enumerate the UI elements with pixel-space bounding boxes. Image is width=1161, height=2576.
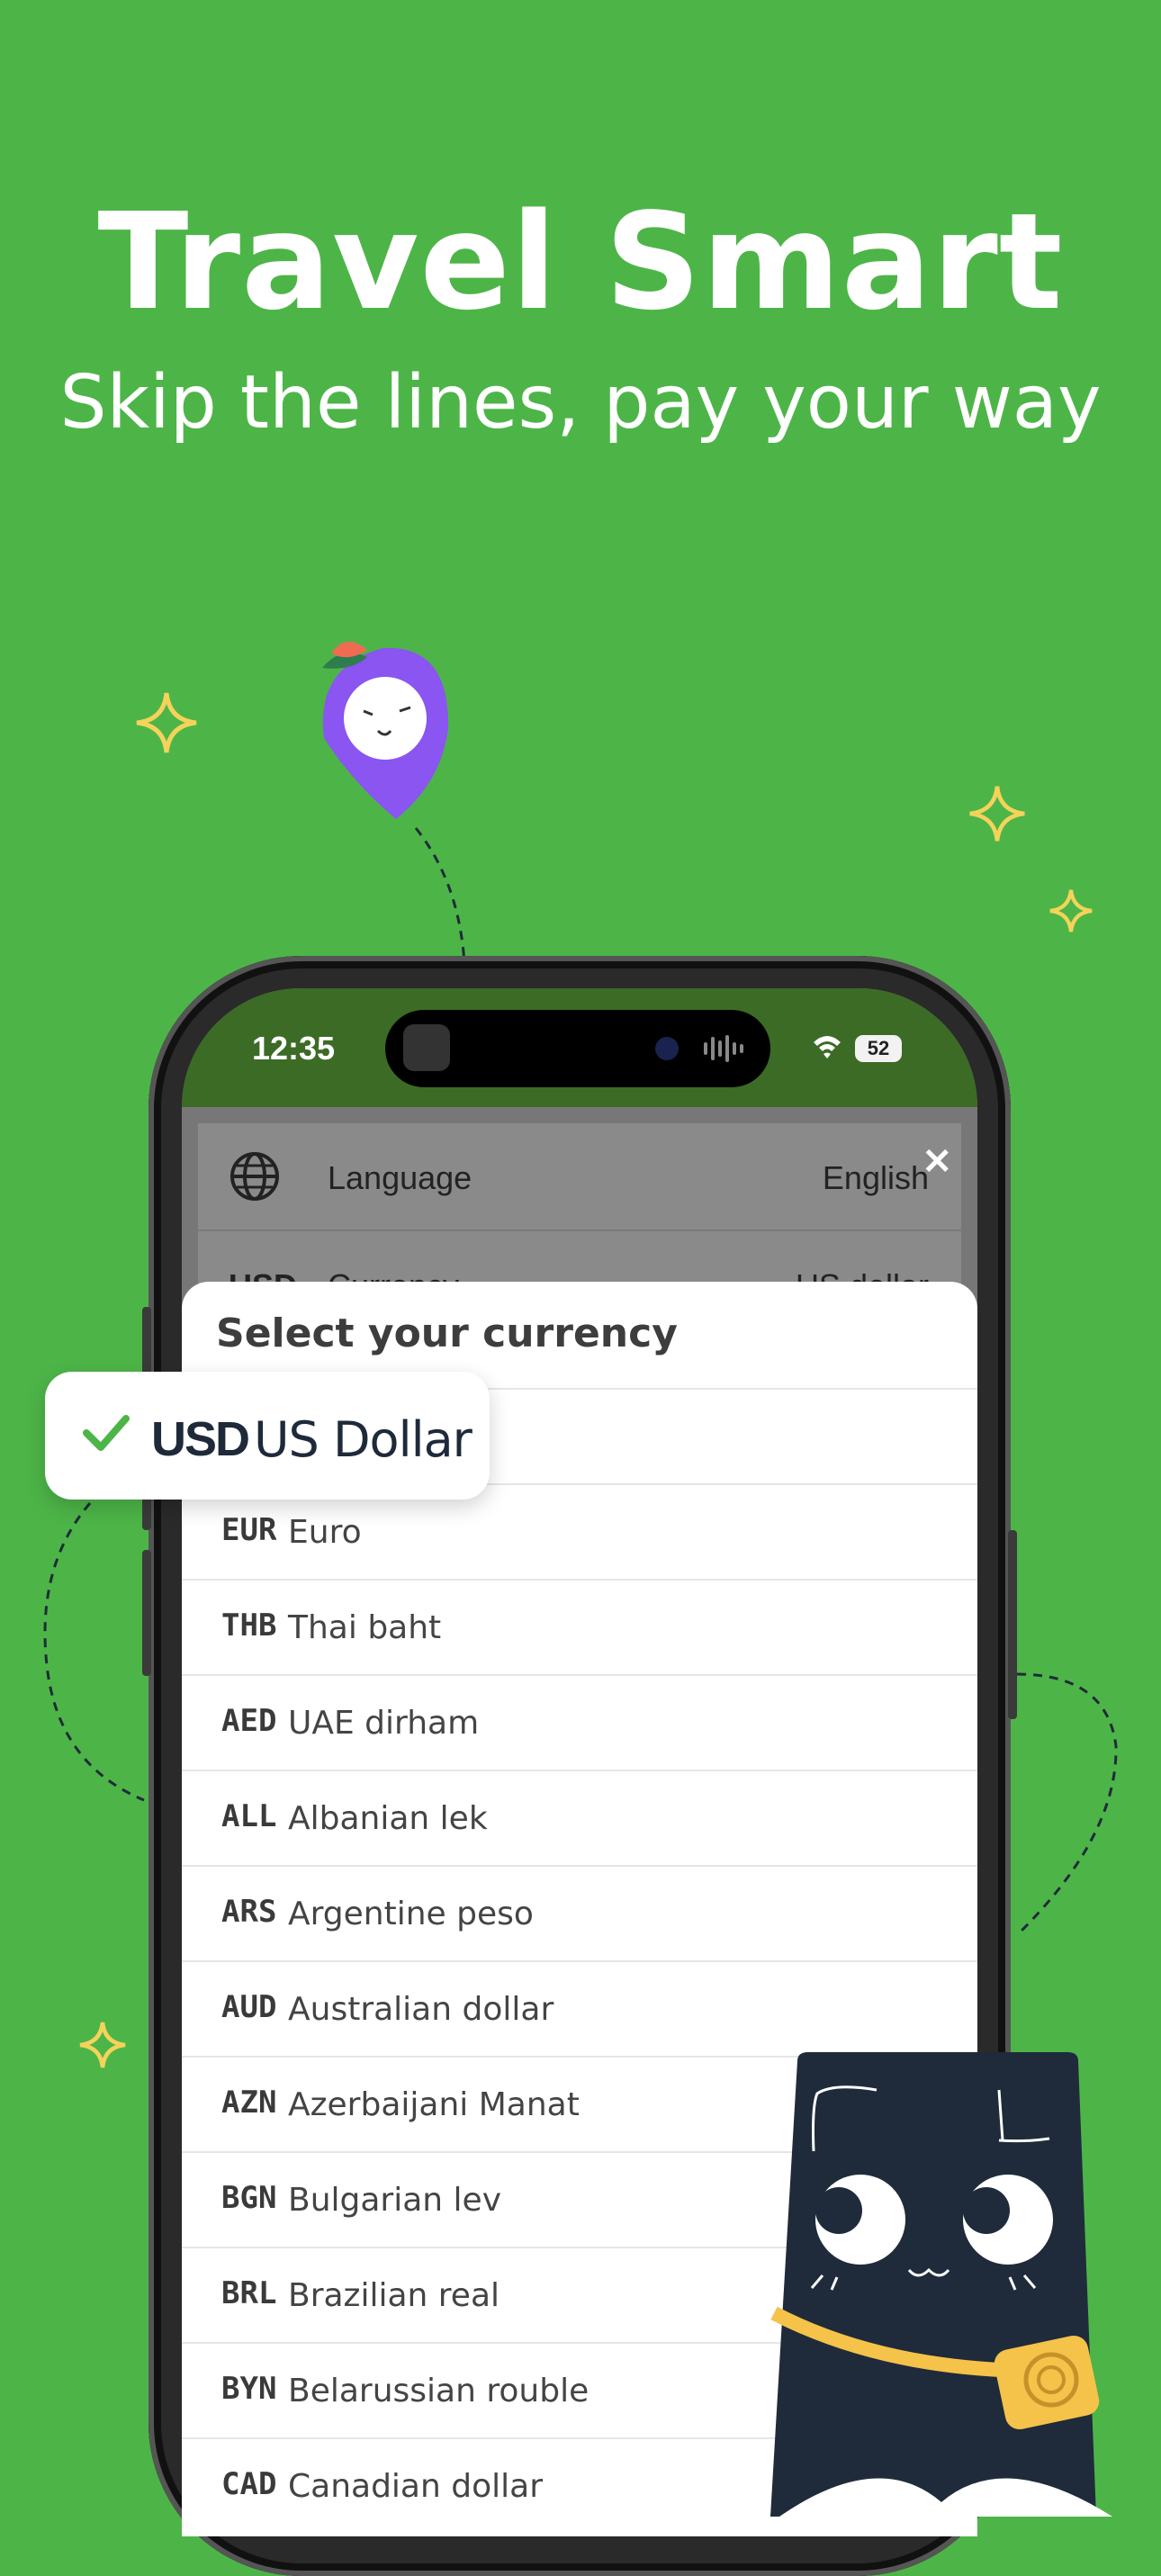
sparkle-icon [1049, 889, 1093, 932]
sparkle-icon [136, 692, 197, 753]
currency-option-code: AZN [221, 2085, 277, 2121]
currency-option[interactable]: ARS Argentine peso [182, 1865, 977, 1962]
sparkle-icon [79, 2022, 126, 2068]
language-row[interactable]: Language English [198, 1123, 961, 1229]
currency-option-name: Belarussian rouble [288, 2373, 590, 2409]
status-time: 12:35 [252, 1030, 336, 1067]
currency-option[interactable]: AED UAE dirham [182, 1674, 977, 1771]
status-bar: 12:35 52 [182, 988, 977, 1107]
wifi-icon [814, 1036, 841, 1058]
currency-option-code: BYN [221, 2371, 277, 2407]
currency-option-name: UAE dirham [288, 1705, 480, 1742]
currency-option-name: Euro [288, 1514, 362, 1551]
currency-option-code: THB [221, 1608, 277, 1644]
language-value: English [822, 1159, 929, 1196]
close-button[interactable]: ✕ [922, 1141, 952, 1183]
currency-option-code: AUD [221, 1989, 277, 2025]
sparkle-icon [969, 786, 1025, 842]
currency-option-code: EUR [221, 1512, 277, 1548]
currency-option-name: Azerbaijani Manat [288, 2086, 580, 2123]
currency-option[interactable]: ALL Albanian lek [182, 1770, 977, 1867]
camera-icon [655, 1037, 679, 1060]
currency-option[interactable]: THB Thai baht [182, 1579, 977, 1676]
language-label: Language [328, 1159, 472, 1196]
sheet-title: Select your currency [216, 1311, 678, 1356]
globe-icon [230, 1152, 279, 1201]
currency-option-name: Albanian lek [288, 1800, 488, 1837]
dashed-trail [1015, 1672, 1118, 1935]
currency-option-name: Argentine peso [288, 1896, 534, 1932]
currency-option-name: Canadian dollar [288, 2468, 543, 2505]
phone-side-button [1008, 1530, 1017, 1719]
dashed-trail [43, 1502, 145, 1802]
selected-currency-code: USD [151, 1412, 250, 1466]
selected-currency-name: US Dollar [254, 1411, 472, 1468]
phone-side-button [142, 1307, 151, 1375]
app-thumbnail-icon [403, 1024, 450, 1071]
currency-option-code: AED [221, 1703, 277, 1739]
dynamic-island [385, 1010, 770, 1087]
cat-mascot-illustration [770, 2052, 1112, 2517]
currency-option-code: BRL [221, 2275, 277, 2311]
currency-option-code: ARS [221, 1894, 277, 1930]
currency-option[interactable]: AUD Australian dollar [182, 1960, 977, 2058]
currency-option-code: BGN [221, 2180, 277, 2216]
selected-currency-card[interactable]: USD US Dollar [45, 1372, 490, 1500]
hero-subtitle: Skip the lines, pay your way [59, 360, 1102, 446]
waveform-icon [704, 1035, 743, 1062]
currency-option-name: Brazilian real [288, 2277, 500, 2314]
purple-mascot-illustration [322, 641, 466, 964]
hero-title: Travel Smart [97, 185, 1064, 339]
phone-side-button [142, 1550, 151, 1676]
battery-indicator: 52 [855, 1035, 902, 1062]
check-icon [83, 1415, 130, 1451]
currency-option-name: Bulgarian lev [288, 2182, 502, 2219]
currency-option-name: Australian dollar [288, 1991, 554, 2028]
currency-option-code: ALL [221, 1798, 277, 1834]
currency-option-code: CAD [221, 2466, 277, 2502]
currency-option-name: Thai baht [288, 1609, 442, 1646]
